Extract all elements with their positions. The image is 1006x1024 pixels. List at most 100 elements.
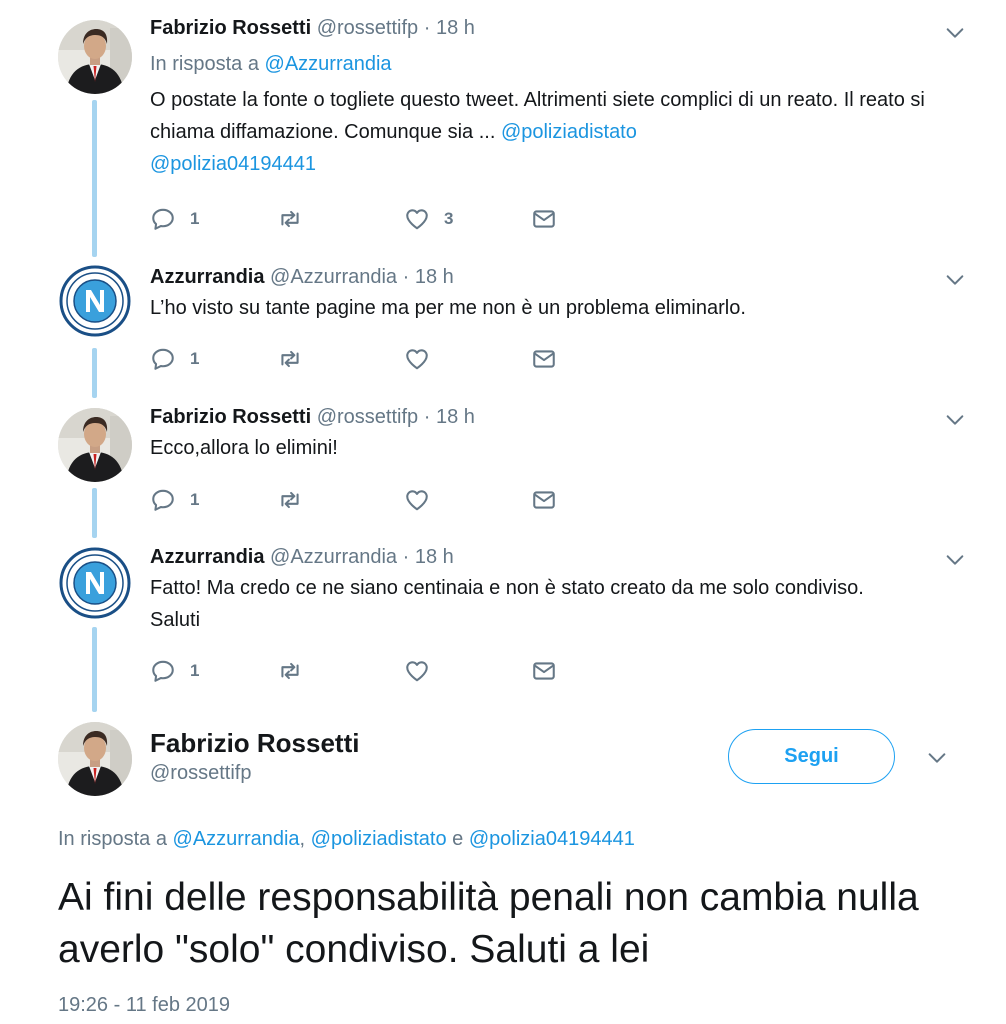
author-handle[interactable]: @Azzurrandia xyxy=(270,546,397,568)
separator-dot: · xyxy=(402,266,410,288)
reply-count: 1 xyxy=(190,490,200,509)
reply-context: In risposta a @Azzurrandia, @poliziadist… xyxy=(58,828,635,851)
retweet-icon xyxy=(277,206,303,232)
tweet-timestamp[interactable]: 19:26 - 11 feb 2019 xyxy=(58,994,230,1017)
tweet-time[interactable]: 18 h xyxy=(436,406,475,428)
like-icon xyxy=(404,487,430,513)
like-button[interactable] xyxy=(404,346,531,372)
reply-button[interactable]: 1 xyxy=(150,206,277,232)
tweet-header: Fabrizio Rossetti @rossettifp · 18 h xyxy=(150,405,966,429)
tweet-time[interactable]: 18 h xyxy=(436,17,475,39)
tweet-actions: 1 3 xyxy=(150,205,658,233)
reply-button[interactable]: 1 xyxy=(150,346,277,372)
team-badge-icon xyxy=(58,546,132,620)
reply-count: 1 xyxy=(190,209,200,228)
reply-icon xyxy=(150,487,176,513)
retweet-button[interactable] xyxy=(277,206,404,232)
tweet-header: Azzurrandia @Azzurrandia · 18 h xyxy=(150,265,966,289)
dm-button[interactable] xyxy=(531,487,658,513)
author-name[interactable]: Fabrizio Rossetti xyxy=(150,406,311,428)
like-button[interactable] xyxy=(404,487,531,513)
like-icon xyxy=(404,346,430,372)
tweet-time[interactable]: 18 h xyxy=(415,546,454,568)
chevron-down-icon[interactable] xyxy=(944,269,966,291)
chevron-down-icon[interactable] xyxy=(926,747,948,769)
reply-user-link[interactable]: @Azzurrandia xyxy=(173,828,300,850)
like-count: 3 xyxy=(444,209,454,228)
reply-user-link[interactable]: @polizia04194441 xyxy=(469,828,635,850)
tweet-2[interactable]: Azzurrandia @Azzurrandia · 18 h L’ho vis… xyxy=(150,265,966,324)
mention-link[interactable]: @poliziadistato xyxy=(501,121,637,143)
thread-line xyxy=(92,488,97,538)
author-handle[interactable]: @Azzurrandia xyxy=(270,266,397,288)
chevron-down-icon[interactable] xyxy=(944,22,966,44)
tweet-text: O postate la fonte o togliete questo twe… xyxy=(150,84,966,180)
author-name[interactable]: Azzurrandia xyxy=(150,266,264,288)
retweet-icon xyxy=(277,487,303,513)
tweet-1[interactable]: Fabrizio Rossetti @rossettifp · 18 h In … xyxy=(150,16,966,180)
author-name[interactable]: Fabrizio Rossetti xyxy=(150,728,359,758)
avatar[interactable] xyxy=(58,264,132,338)
reply-separator: , xyxy=(299,828,311,850)
dm-icon xyxy=(531,346,557,372)
reply-icon xyxy=(150,346,176,372)
reply-count: 1 xyxy=(190,661,200,680)
avatar[interactable] xyxy=(58,722,132,796)
chevron-down-icon[interactable] xyxy=(944,549,966,571)
author-name[interactable]: Fabrizio Rossetti xyxy=(150,17,311,39)
avatar[interactable] xyxy=(58,546,132,620)
reply-count: 1 xyxy=(190,349,200,368)
tweet-actions: 1 xyxy=(150,657,658,685)
tweet-text: Fatto! Ma credo ce ne siano centinaia e … xyxy=(150,577,864,631)
reply-icon xyxy=(150,658,176,684)
separator-dot: · xyxy=(423,406,431,428)
main-tweet-header: Fabrizio Rossetti @rossettifp xyxy=(150,728,359,785)
thread-line xyxy=(92,348,97,398)
tweet-text: L’ho visto su tante pagine ma per me non… xyxy=(150,297,746,319)
tweet-actions: 1 xyxy=(150,486,658,514)
follow-button[interactable]: Segui xyxy=(728,729,895,784)
team-badge-icon xyxy=(58,264,132,338)
reply-prefix: In risposta a xyxy=(150,53,265,75)
chevron-down-icon[interactable] xyxy=(944,409,966,431)
reply-and: e xyxy=(446,828,469,850)
main-tweet-text: Ai fini delle responsabilità penali non … xyxy=(58,876,919,971)
thread-line xyxy=(92,100,97,257)
author-handle[interactable]: @rossettifp xyxy=(317,17,418,39)
tweet-4[interactable]: Azzurrandia @Azzurrandia · 18 h Fatto! M… xyxy=(150,545,966,636)
dm-button[interactable] xyxy=(531,658,658,684)
reply-context: In risposta a @Azzurrandia xyxy=(150,52,966,76)
mention-link[interactable]: @polizia04194441 xyxy=(150,153,316,175)
retweet-button[interactable] xyxy=(277,346,404,372)
author-name[interactable]: Azzurrandia xyxy=(150,546,264,568)
retweet-button[interactable] xyxy=(277,487,404,513)
tweet-actions: 1 xyxy=(150,345,658,373)
avatar-person-icon xyxy=(58,722,132,796)
like-icon xyxy=(404,206,430,232)
dm-icon xyxy=(531,206,557,232)
reply-user-link[interactable]: @Azzurrandia xyxy=(265,53,392,75)
retweet-button[interactable] xyxy=(277,658,404,684)
tweet-3[interactable]: Fabrizio Rossetti @rossettifp · 18 h Ecc… xyxy=(150,405,966,464)
tweet-header: Azzurrandia @Azzurrandia · 18 h xyxy=(150,545,966,569)
author-handle[interactable]: @rossettifp xyxy=(150,762,359,785)
avatar[interactable] xyxy=(58,20,132,94)
reply-user-link[interactable]: @poliziadistato xyxy=(311,828,447,850)
reply-prefix: In risposta a xyxy=(58,828,173,850)
dm-icon xyxy=(531,487,557,513)
avatar[interactable] xyxy=(58,408,132,482)
dm-button[interactable] xyxy=(531,346,658,372)
reply-icon xyxy=(150,206,176,232)
like-button[interactable]: 3 xyxy=(404,206,531,232)
dm-button[interactable] xyxy=(531,206,658,232)
like-button[interactable] xyxy=(404,658,531,684)
reply-button[interactable]: 1 xyxy=(150,658,277,684)
reply-button[interactable]: 1 xyxy=(150,487,277,513)
retweet-icon xyxy=(277,346,303,372)
author-handle[interactable]: @rossettifp xyxy=(317,406,418,428)
retweet-icon xyxy=(277,658,303,684)
thread-line xyxy=(92,627,97,712)
tweet-text: Ecco,allora lo elimini! xyxy=(150,437,338,459)
tweet-time[interactable]: 18 h xyxy=(415,266,454,288)
like-icon xyxy=(404,658,430,684)
